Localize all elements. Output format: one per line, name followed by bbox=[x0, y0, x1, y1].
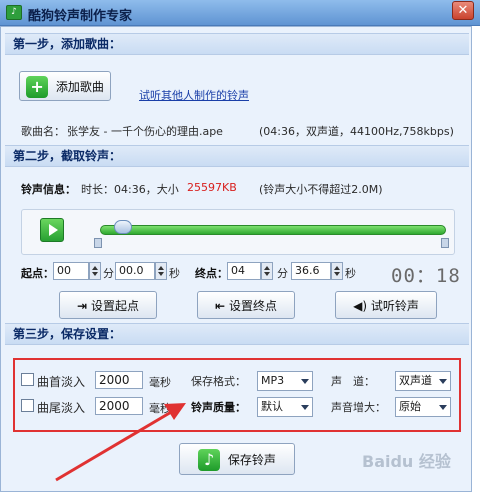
watermark: Baidu 经验 bbox=[362, 452, 451, 471]
annotation-arrow bbox=[55, 403, 186, 482]
